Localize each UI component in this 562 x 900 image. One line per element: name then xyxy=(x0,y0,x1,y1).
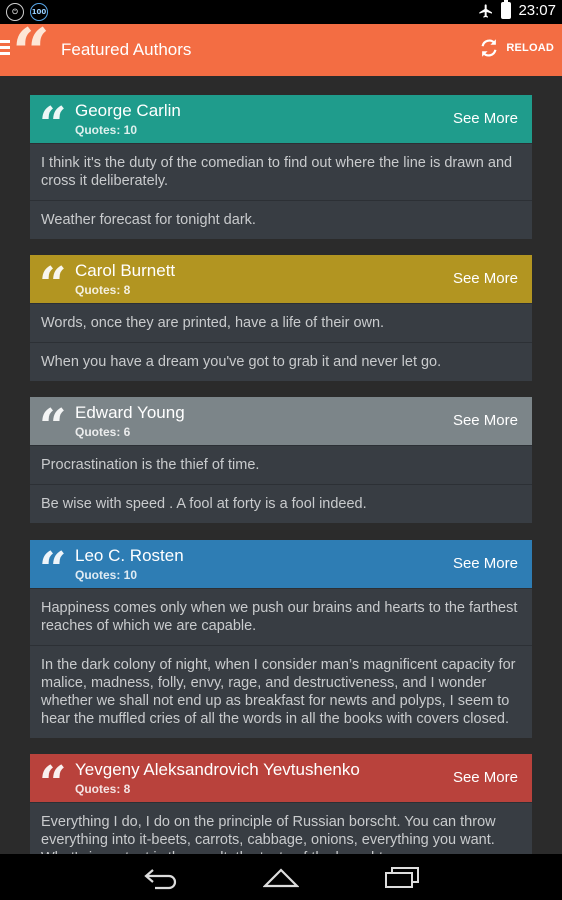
airplane-icon xyxy=(479,3,493,18)
author-header[interactable]: “ Leo C. Rosten Quotes: 10 See More xyxy=(30,540,532,594)
status-bar: ⏻ 100 23:07 xyxy=(0,0,562,24)
quote-count: Quotes: 8 xyxy=(75,782,131,796)
quote-item[interactable]: I think it's the duty of the comedian to… xyxy=(30,143,532,200)
author-header[interactable]: “ George Carlin Quotes: 10 See More xyxy=(30,95,532,149)
quote-item[interactable]: Words, once they are printed, have a lif… xyxy=(30,303,532,342)
quote-icon: “ xyxy=(39,257,67,313)
quote-item[interactable]: Weather forecast for tonight dark. xyxy=(30,200,532,239)
recents-icon[interactable] xyxy=(384,866,420,890)
author-name: Yevgeny Aleksandrovich Yevtushenko xyxy=(75,760,360,779)
quote-item[interactable]: Be wise with speed . A fool at forty is … xyxy=(30,484,532,523)
see-more-button[interactable]: See More xyxy=(453,110,518,127)
quote-count: Quotes: 8 xyxy=(75,283,131,297)
page-title: Featured Authors xyxy=(61,40,192,59)
quote-item[interactable]: Happiness comes only when we push our br… xyxy=(30,588,532,645)
navigation-bar xyxy=(0,854,562,900)
quote-icon: “ xyxy=(39,756,67,812)
quote-count: Quotes: 10 xyxy=(75,123,138,137)
author-name: Leo C. Rosten xyxy=(75,546,184,565)
author-name: Carol Burnett xyxy=(75,261,176,280)
reload-label: RELOAD xyxy=(506,42,554,54)
see-more-button[interactable]: See More xyxy=(453,270,518,287)
reload-button[interactable]: RELOAD xyxy=(478,37,554,59)
clock: 23:07 xyxy=(518,2,556,19)
see-more-button[interactable]: See More xyxy=(453,555,518,572)
app-screen: ⏻ 100 23:07 “ Featured Authors RELOAD “ xyxy=(0,0,562,900)
quote-icon: “ xyxy=(39,399,67,455)
author-card: “ George Carlin Quotes: 10 See More I th… xyxy=(30,95,532,239)
author-header[interactable]: “ Yevgeny Aleksandrovich Yevtushenko Quo… xyxy=(30,754,532,808)
author-name: Edward Young xyxy=(75,403,185,422)
quote-count: Quotes: 6 xyxy=(75,425,131,439)
quote-item[interactable]: Procrastination is the thief of time. xyxy=(30,445,532,484)
author-card: “ Carol Burnett Quotes: 8 See More Words… xyxy=(30,255,532,381)
quote-icon: “ xyxy=(39,97,67,153)
quote-item[interactable]: In the dark colony of night, when I cons… xyxy=(30,645,532,738)
see-more-button[interactable]: See More xyxy=(453,769,518,786)
author-card: “ Yevgeny Aleksandrovich Yevtushenko Quo… xyxy=(30,754,532,854)
author-header[interactable]: “ Carol Burnett Quotes: 8 See More xyxy=(30,255,532,309)
authors-list[interactable]: “ George Carlin Quotes: 10 See More I th… xyxy=(0,76,562,854)
back-icon[interactable] xyxy=(143,866,179,890)
quote-item[interactable]: Everything I do, I do on the principle o… xyxy=(30,802,532,854)
author-card: “ Edward Young Quotes: 6 See More Procra… xyxy=(30,397,532,523)
battery-icon xyxy=(501,0,512,19)
quote-icon: “ xyxy=(39,542,67,598)
author-card: “ Leo C. Rosten Quotes: 10 See More Happ… xyxy=(30,540,532,738)
action-bar: “ Featured Authors RELOAD xyxy=(0,20,562,86)
see-more-button[interactable]: See More xyxy=(453,412,518,429)
home-icon[interactable] xyxy=(263,866,299,890)
quote-item[interactable]: When you have a dream you've got to grab… xyxy=(30,342,532,381)
author-name: George Carlin xyxy=(75,101,181,120)
menu-icon[interactable] xyxy=(0,40,10,56)
refresh-icon xyxy=(481,39,497,57)
quote-count: Quotes: 10 xyxy=(75,568,138,582)
author-header[interactable]: “ Edward Young Quotes: 6 See More xyxy=(30,397,532,451)
